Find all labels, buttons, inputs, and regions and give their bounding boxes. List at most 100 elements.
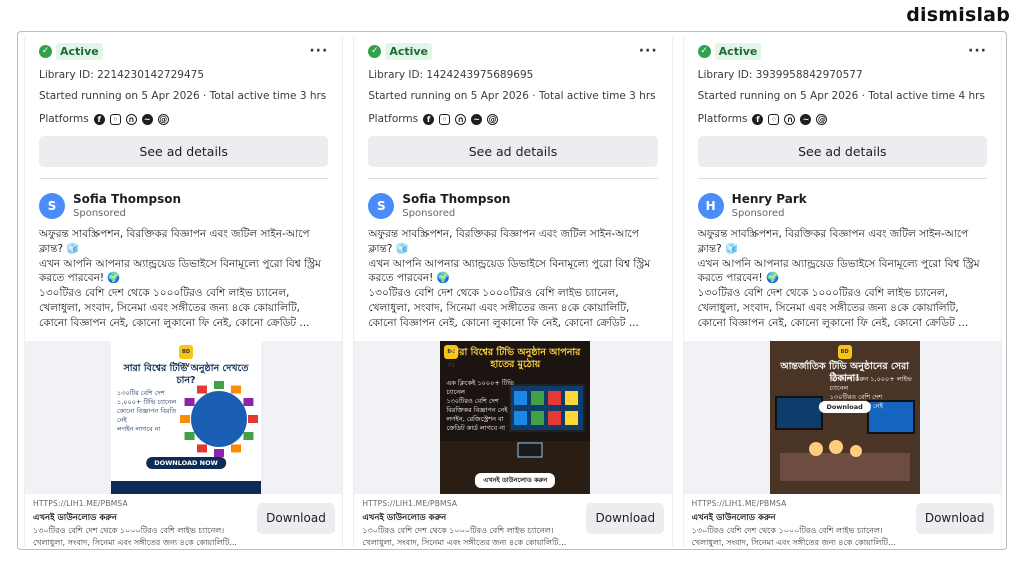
platforms-label: Platforms	[697, 113, 748, 125]
advertiser-header: S Sofia Thompson Sponsored	[354, 179, 671, 221]
status-row: ✓ Active ···	[39, 37, 328, 65]
sponsored-label: Sponsored	[73, 208, 126, 219]
threads-icon: @	[487, 113, 499, 125]
creative-bullet: ১৩০টির বেশি দেশ	[117, 389, 165, 397]
instagram-icon: ◦	[768, 113, 780, 125]
messenger-icon: ~	[471, 113, 483, 125]
channel-tile	[548, 391, 562, 405]
check-circle-icon: ✓	[368, 44, 382, 58]
more-options-icon[interactable]: ···	[639, 43, 658, 59]
ad-media[interactable]: BD TV আন্তর্জাতিক টিভি অনুষ্ঠানের সেরা ঠ…	[683, 341, 1001, 494]
see-ad-details-button[interactable]: See ad details	[697, 136, 987, 167]
ad-media[interactable]: BD TV সারা বিশ্বের টিভি অনুষ্ঠান দেখতে চ…	[25, 341, 343, 494]
facebook-icon: f	[93, 113, 105, 125]
person-graphic	[808, 442, 823, 456]
ad-library-results: ✓ Active ··· Library ID: 221423014272947…	[17, 31, 1007, 550]
creative-bullet: ১৩০টিরও বেশি দেশ	[446, 397, 499, 405]
channel-tile	[565, 411, 579, 425]
person-graphic	[828, 440, 843, 454]
creative-download-button: DOWNLOAD NOW	[146, 457, 226, 469]
channel-thumbnail	[197, 444, 207, 453]
ad-body-text: অফুরন্ত সাবস্ক্রিপশন, বিরক্তিকর বিজ্ঞাপন…	[354, 227, 671, 331]
avatar[interactable]: S	[368, 192, 395, 219]
creative-bullet: কোনো বিজ্ঞাপন বিরতি নেই	[117, 407, 177, 424]
app-logo: BD TV	[837, 345, 852, 369]
platforms-row: Platforms f ◦ ∩ ~ @	[368, 107, 657, 131]
run-info: Started running on 5 Apr 2026 · Total ac…	[368, 90, 656, 102]
sponsored-label: Sponsored	[731, 208, 785, 219]
facebook-icon: f	[423, 113, 435, 125]
cta-description-line: ১৩০টিরও বেশি দেশ থেকে ১০০০টিরও বেশি লাইভ…	[691, 526, 883, 535]
see-ad-details-button[interactable]: See ad details	[39, 136, 329, 167]
ad-creative-image[interactable]: BD TV সারা বিশ্বের টিভি অনুষ্ঠান আপনার হ…	[440, 341, 591, 494]
status-row: ✓ Active ···	[368, 37, 657, 65]
sponsored-label: Sponsored	[402, 208, 456, 219]
creative-bullet: লগইন লাগবে না	[117, 425, 161, 433]
status-badge: ✓ Active	[39, 42, 103, 60]
globe-graphic	[191, 391, 247, 447]
advertiser-name[interactable]: Sofia Thompson	[402, 192, 510, 206]
channel-tile	[565, 391, 579, 405]
advertiser-name[interactable]: Henry Park	[732, 192, 807, 206]
ad-body-line: ১৩০টিরও বেশি দেশ থেকে ১০০০টিরও বেশি লাইভ…	[39, 287, 310, 329]
channel-thumbnail	[214, 449, 224, 457]
avatar[interactable]: H	[697, 192, 724, 219]
more-options-icon[interactable]: ···	[968, 43, 987, 59]
ad-body-line: এখন আপনি আপনার অ্যান্ড্রয়েড ডিভাইসে বিন…	[39, 257, 321, 285]
app-logo: BD TV	[179, 345, 193, 369]
see-ad-details-button[interactable]: See ad details	[368, 136, 658, 167]
ad-body-line: অফুরন্ত সাবস্ক্রিপশন, বিরক্তিকর বিজ্ঞাপন…	[368, 228, 639, 255]
audience-network-icon: ∩	[125, 113, 137, 125]
ad-footer: HTTPS://LIH1.ME/PBMSA এখনই ডাউনলোড করুন …	[354, 499, 671, 547]
cta-description-line: খেলাধুলা, সংবাদ, সিনেমা এবং সঙ্গীতের জন্…	[33, 538, 237, 547]
channel-thumbnail	[243, 398, 254, 406]
person-graphic	[849, 445, 862, 457]
threads-icon: @	[157, 113, 169, 125]
status-badge: ✓ Active	[697, 42, 762, 60]
creative-headline: সারা বিশ্বের টিভি অনুষ্ঠান দেখতে চান?	[123, 363, 249, 386]
download-button[interactable]: Download	[586, 503, 665, 534]
audience-network-icon: ∩	[784, 113, 796, 125]
facebook-icon: f	[752, 113, 764, 125]
status-label: Active	[56, 42, 103, 60]
library-id: Library ID: 1424243975689695	[368, 69, 534, 81]
platforms-label: Platforms	[39, 113, 89, 125]
ad-body-line: অফুরন্ত সাবস্ক্রিপশন, বিরক্তিকর বিজ্ঞাপন…	[697, 228, 969, 255]
channel-thumbnail	[248, 415, 258, 423]
status-label: Active	[714, 42, 762, 60]
ad-footer: HTTPS://LIH1.ME/PBMSA এখনই ডাউনলোড করুন …	[25, 499, 342, 547]
ad-media[interactable]: BD TV সারা বিশ্বের টিভি অনুষ্ঠান আপনার হ…	[354, 341, 672, 494]
cta-description-line: ১৩০টিরও বেশি দেশ থেকে ১০০০টিরও বেশি লাইভ…	[33, 526, 225, 535]
channel-tile	[548, 411, 562, 425]
creative-headline: সারা বিশ্বের টিভি অনুষ্ঠান আপনার হাতের ম…	[450, 347, 581, 370]
status-row: ✓ Active ···	[697, 37, 987, 65]
creative-bullets: ১৩০টির বেশি দেশ ১,০০০+ টিভি চ্যানেল কোনো…	[117, 389, 187, 434]
ad-body-line: এখন আপনি আপনার অ্যান্ড্রয়েড ডিভাইসে বিন…	[697, 257, 980, 285]
avatar[interactable]: S	[39, 192, 65, 219]
run-info: Started running on 5 Apr 2026 · Total ac…	[39, 90, 327, 102]
audience-network-icon: ∩	[455, 113, 467, 125]
cta-description-line: খেলাধুলা, সংবাদ, সিনেমা এবং সঙ্গীতের জন্…	[691, 538, 896, 547]
threads-icon: @	[816, 113, 828, 125]
download-button[interactable]: Download	[915, 503, 994, 534]
ad-body-line: অফুরন্ত সাবস্ক্রিপশন, বিরক্তিকর বিজ্ঞাপন…	[39, 228, 310, 255]
platforms-label: Platforms	[368, 113, 419, 125]
advertiser-name[interactable]: Sofia Thompson	[73, 192, 181, 206]
ad-cards-row: ✓ Active ··· Library ID: 221423014272947…	[24, 37, 1002, 547]
ad-card: ✓ Active ··· Library ID: 221423014272947…	[24, 37, 344, 547]
ad-body-line: ১৩০টিরও বেশি দেশ থেকে ১০০০টিরও বেশি লাইভ…	[697, 287, 969, 329]
more-options-icon[interactable]: ···	[309, 43, 328, 59]
brand-logo: dismislab	[906, 4, 1010, 26]
ad-creative-image[interactable]: BD TV আন্তর্জাতিক টিভি অনুষ্ঠানের সেরা ঠ…	[769, 341, 920, 494]
creative-bullets: এক ক্লিকেই ১০০০+ টিভি চ্যানেল ১৩০টিরও বে…	[446, 379, 516, 433]
channel-tile	[531, 411, 545, 425]
download-button[interactable]: Download	[257, 503, 335, 534]
advertiser-header: H Henry Park Sponsored	[684, 179, 1001, 221]
platforms-row: Platforms f ◦ ∩ ~ @	[698, 107, 987, 131]
instagram-icon: ◦	[109, 113, 121, 125]
status-label: Active	[385, 42, 433, 60]
ad-creative-image[interactable]: BD TV সারা বিশ্বের টিভি অনুষ্ঠান দেখতে চ…	[111, 341, 261, 494]
creative-download-button: এখনই ডাউনলোড করুন	[475, 473, 556, 488]
run-info: Started running on 5 Apr 2026 · Total ac…	[697, 90, 985, 102]
creative-footer-band	[111, 481, 261, 494]
